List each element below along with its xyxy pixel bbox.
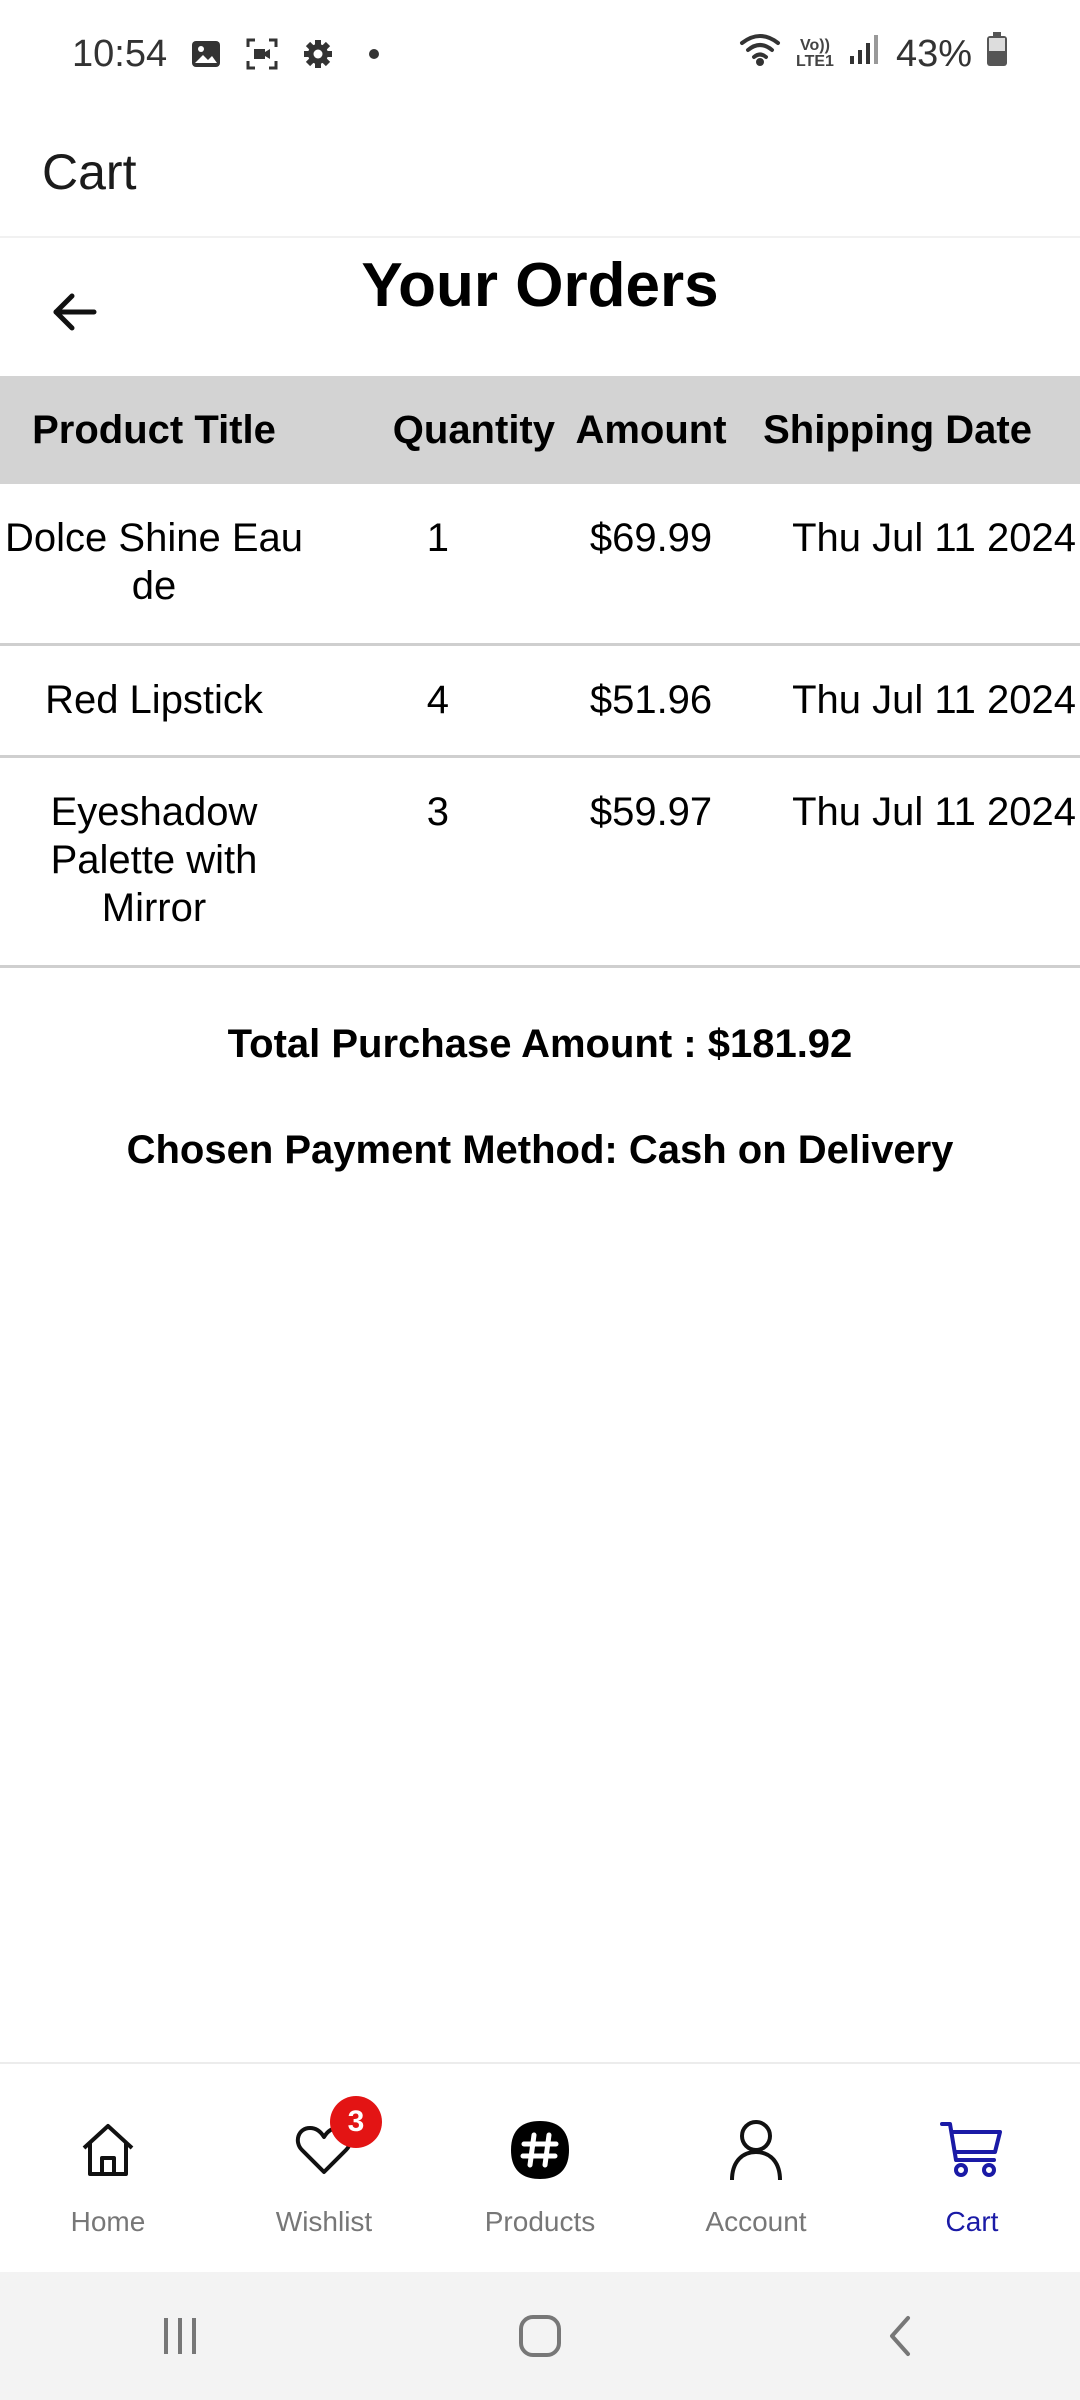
cell-shipping-date: Thu Jul 11 2024 bbox=[739, 756, 1080, 968]
status-bar: 10:54 Vo)) LTE1 43% bbox=[0, 0, 1080, 108]
nav-item-home[interactable]: Home bbox=[0, 2064, 216, 2272]
home-icon bbox=[76, 2118, 140, 2182]
heart-icon: 3 bbox=[292, 2096, 382, 2182]
cell-amount: $51.96 bbox=[563, 644, 739, 758]
payment-method: Chosen Payment Method: Cash on Delivery bbox=[126, 1128, 954, 1172]
home-system-button[interactable] bbox=[495, 2291, 585, 2381]
back-system-button[interactable] bbox=[855, 2291, 945, 2381]
status-left: 10:54 bbox=[72, 33, 391, 76]
nav-label-account: Account bbox=[705, 2206, 807, 2237]
cell-product-title: Red Lipstick bbox=[0, 644, 308, 758]
orders-title-row: Your Orders bbox=[0, 238, 1080, 376]
settings-gear-icon bbox=[301, 37, 335, 71]
notification-dot-icon bbox=[357, 37, 391, 71]
app-header: Cart bbox=[0, 108, 1080, 238]
header-shipping-date: Shipping Date bbox=[739, 376, 1080, 484]
recent-apps-icon bbox=[164, 2318, 196, 2354]
cell-quantity: 4 bbox=[308, 644, 563, 758]
battery-icon bbox=[986, 31, 1008, 77]
cell-product-title: Eyeshadow Palette with Mirror bbox=[0, 756, 308, 968]
app-header-title: Cart bbox=[42, 144, 137, 200]
nav-label-products: Products bbox=[484, 2206, 596, 2237]
screen-record-icon bbox=[245, 37, 279, 71]
bottom-nav: Home 3 Wishlist Products Account Cart bbox=[0, 2062, 1080, 2272]
cell-shipping-date: Thu Jul 11 2024 bbox=[739, 484, 1080, 646]
recent-apps-button[interactable] bbox=[135, 2291, 225, 2381]
table-row: Red Lipstick 4 $51.96 Thu Jul 11 2024 bbox=[0, 644, 1080, 758]
cell-shipping-date: Thu Jul 11 2024 bbox=[739, 644, 1080, 758]
person-icon bbox=[724, 2118, 788, 2182]
cell-product-title: Dolce Shine Eau de bbox=[0, 484, 308, 646]
image-icon bbox=[189, 37, 223, 71]
system-nav-bar bbox=[0, 2272, 1080, 2400]
status-right: Vo)) LTE1 43% bbox=[738, 31, 1008, 77]
products-icon bbox=[508, 2118, 572, 2182]
table-header-row: Product Title Quantity Amount Shipping D… bbox=[0, 376, 1080, 484]
orders-table: Product Title Quantity Amount Shipping D… bbox=[0, 376, 1080, 968]
nav-item-cart[interactable]: Cart bbox=[864, 2064, 1080, 2272]
header-quantity: Quantity bbox=[308, 376, 563, 484]
nav-label-home: Home bbox=[70, 2206, 146, 2237]
wifi-icon bbox=[738, 31, 782, 77]
nav-item-wishlist[interactable]: 3 Wishlist bbox=[216, 2064, 432, 2272]
nav-item-account[interactable]: Account bbox=[648, 2064, 864, 2272]
nav-label-cart: Cart bbox=[945, 2206, 999, 2237]
cell-quantity: 1 bbox=[308, 484, 563, 646]
status-time: 10:54 bbox=[72, 32, 168, 75]
page-title: Your Orders bbox=[361, 251, 719, 320]
nav-item-products[interactable]: Products bbox=[432, 2064, 648, 2272]
cell-amount: $59.97 bbox=[563, 756, 739, 968]
battery-percent: 43% bbox=[895, 32, 972, 75]
header-amount: Amount bbox=[563, 376, 739, 484]
cart-icon bbox=[940, 2118, 1004, 2182]
total-purchase-amount: Total Purchase Amount : $181.92 bbox=[227, 1022, 853, 1066]
table-row: Dolce Shine Eau de 1 $69.99 Thu Jul 11 2… bbox=[0, 484, 1080, 646]
signal-icon bbox=[848, 32, 882, 76]
cell-amount: $69.99 bbox=[563, 484, 739, 646]
home-circle-icon bbox=[519, 2315, 561, 2357]
nav-label-wishlist: Wishlist bbox=[275, 2206, 373, 2237]
cell-quantity: 3 bbox=[308, 756, 563, 968]
wishlist-badge: 3 bbox=[330, 2096, 382, 2148]
chevron-left-icon bbox=[890, 2316, 910, 2356]
lte-indicator: Vo)) LTE1 bbox=[796, 37, 834, 70]
header-product-title: Product Title bbox=[0, 376, 308, 484]
table-row: Eyeshadow Palette with Mirror 3 $59.97 T… bbox=[0, 756, 1080, 968]
